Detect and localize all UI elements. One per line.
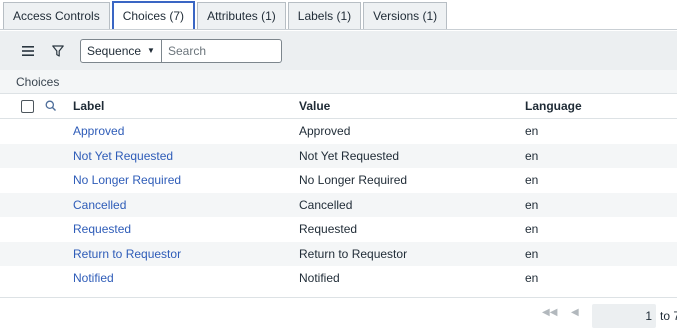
column-header-language[interactable]: Language xyxy=(525,99,582,113)
page-range-text: to 7 xyxy=(660,309,677,323)
choice-label-link[interactable]: Cancelled xyxy=(73,198,126,212)
choice-value: Return to Requestor xyxy=(299,246,408,261)
column-header-label[interactable]: Label xyxy=(73,99,104,113)
pagination-bar: ◀◀ ◀ 1 to 7 xyxy=(0,297,677,332)
funnel-icon[interactable] xyxy=(46,39,70,63)
table-row: Not Yet Requested Not Yet Requested en xyxy=(0,143,677,168)
choice-value: Cancelled xyxy=(299,197,353,212)
choice-language: en xyxy=(525,124,539,139)
list-caption: Choices xyxy=(0,70,677,94)
search-field-value: Sequence xyxy=(87,43,142,58)
search-field-select[interactable]: Sequence ▼ xyxy=(80,38,162,63)
choice-value: Requested xyxy=(299,222,358,237)
choice-value: Approved xyxy=(299,124,351,139)
hamburger-icon[interactable] xyxy=(16,39,40,63)
select-all-checkbox[interactable] xyxy=(21,99,34,113)
table-row: Notified Notified en xyxy=(0,266,677,291)
table-row: Approved Approved en xyxy=(0,119,677,144)
choice-language: en xyxy=(525,222,539,237)
choice-label-link[interactable]: Notified xyxy=(73,271,114,285)
choice-language: en xyxy=(525,271,539,286)
choice-value: No Longer Required xyxy=(299,173,408,188)
choice-language: en xyxy=(525,148,539,163)
choice-language: en xyxy=(525,173,539,188)
page-number-input[interactable]: 1 xyxy=(592,304,656,328)
list-caption-text: Choices xyxy=(16,74,60,89)
related-list-tabs: Access Controls Choices (7) Attributes (… xyxy=(0,0,677,30)
choice-label-link[interactable]: Requested xyxy=(73,222,131,236)
table-row: Cancelled Cancelled en xyxy=(0,192,677,217)
choice-label-link[interactable]: Return to Requestor xyxy=(73,247,181,261)
tab-choices[interactable]: Choices (7) xyxy=(111,1,196,29)
table-row: Requested Requested en xyxy=(0,217,677,242)
column-search-icon[interactable] xyxy=(44,99,58,113)
choice-label-link[interactable]: No Longer Required xyxy=(73,173,181,187)
choice-value: Notified xyxy=(299,271,340,286)
search-input[interactable] xyxy=(161,38,282,63)
choice-language: en xyxy=(525,197,539,212)
choice-value: Not Yet Requested xyxy=(299,148,400,163)
tab-labels[interactable]: Labels (1) xyxy=(287,2,362,29)
column-header-value[interactable]: Value xyxy=(299,99,330,113)
choice-label-link[interactable]: Approved xyxy=(73,124,124,138)
tab-versions[interactable]: Versions (1) xyxy=(363,2,448,29)
list-toolbar: Sequence ▼ xyxy=(0,31,677,70)
table-row: Return to Requestor Return to Requestor … xyxy=(0,241,677,266)
double-chevron-left-icon[interactable]: ◀◀ xyxy=(542,307,557,318)
caret-down-icon: ▼ xyxy=(147,46,155,55)
chevron-left-icon[interactable]: ◀ xyxy=(571,307,579,318)
choice-language: en xyxy=(525,246,539,261)
column-header-row: Label Value Language xyxy=(0,94,677,119)
table-row: No Longer Required No Longer Required en xyxy=(0,168,677,193)
tab-attributes[interactable]: Attributes (1) xyxy=(197,2,286,29)
choice-label-link[interactable]: Not Yet Requested xyxy=(73,149,173,163)
tab-access-controls[interactable]: Access Controls xyxy=(3,2,110,29)
